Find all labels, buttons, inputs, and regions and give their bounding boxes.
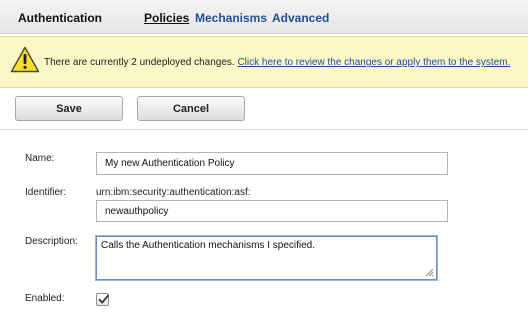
enabled-checkbox[interactable] [96,293,109,306]
warning-icon [10,46,40,73]
description-textarea[interactable]: Calls the Authentication mechanisms I sp… [96,236,437,280]
tab-mechanisms[interactable]: Mechanisms [195,11,267,25]
cancel-button[interactable]: Cancel [137,96,245,121]
top-nav-bar: Authentication Policies Mechanisms Advan… [0,0,528,34]
review-changes-link[interactable]: Click here to review the changes or appl… [237,57,510,68]
description-label: Description: [25,236,78,247]
identifier-prefix: urn:ibm:security:authentication:asf: [96,187,251,198]
warning-banner: There are currently 2 undeployed changes… [0,36,528,88]
warning-message: There are currently 2 undeployed changes… [44,57,510,68]
tab-advanced[interactable]: Advanced [272,11,329,25]
identifier-label: Identifier: [25,187,67,198]
divider [0,129,528,130]
name-field[interactable]: My new Authentication Policy [96,152,448,175]
warning-text: There are currently 2 undeployed changes… [44,57,238,68]
save-button[interactable]: Save [15,96,123,121]
page-title: Authentication [18,11,102,25]
enabled-label: Enabled: [25,293,65,304]
tab-policies[interactable]: Policies [144,11,189,25]
identifier-field[interactable]: newauthpolicy [96,200,448,222]
checkmark-icon [98,294,109,304]
description-text: Calls the Authentication mechanisms I sp… [101,240,315,251]
resize-grip-icon[interactable] [425,268,434,277]
name-label: Name: [25,153,55,164]
